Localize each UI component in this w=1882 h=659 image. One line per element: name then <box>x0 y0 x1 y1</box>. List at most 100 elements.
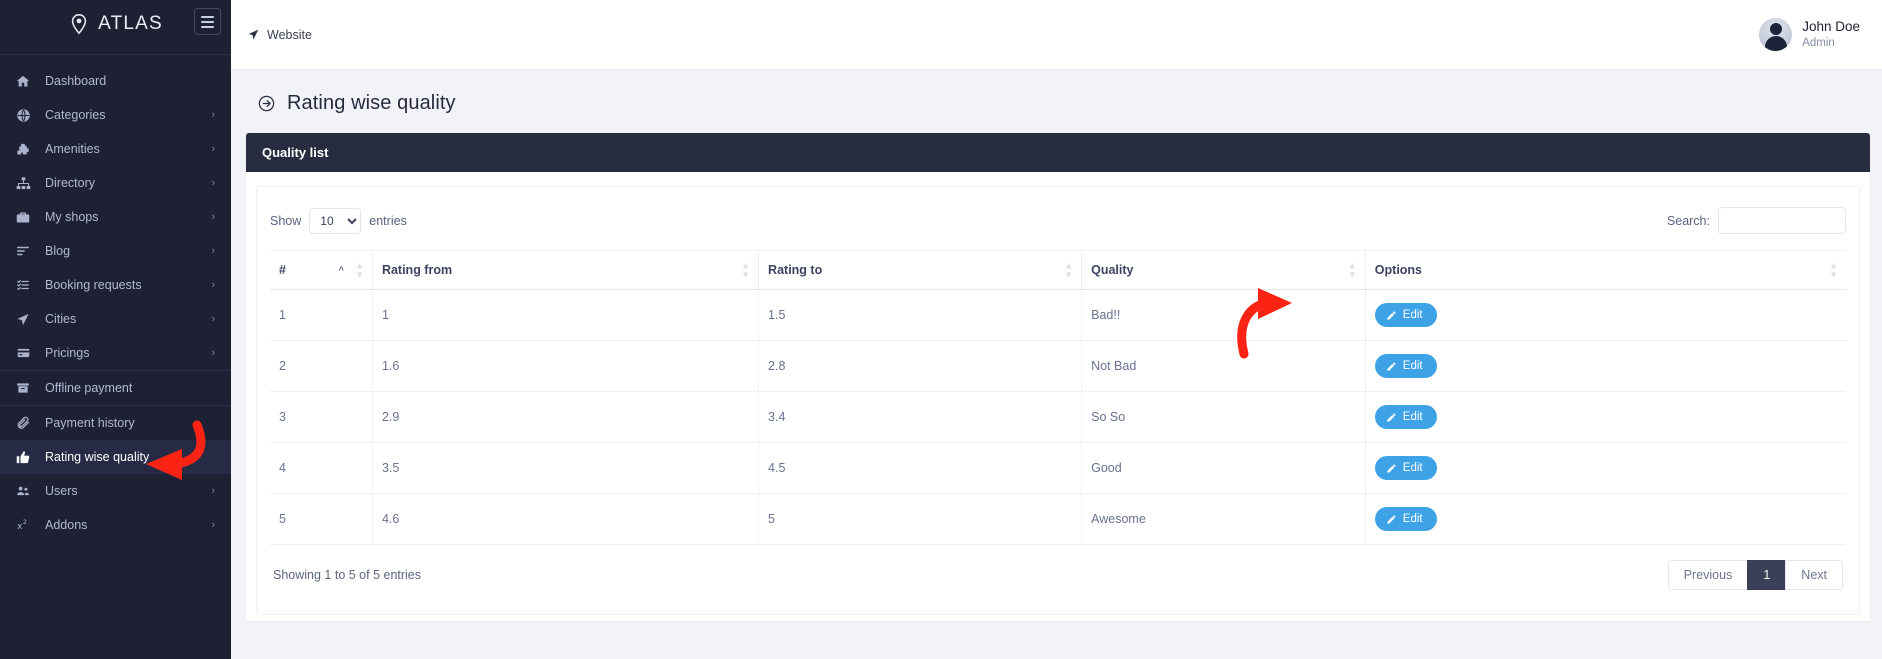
search-input[interactable] <box>1718 207 1846 234</box>
puzzle-icon <box>14 141 32 157</box>
pencil-icon <box>1386 514 1397 525</box>
table-row: 2 1.6 2.8 Not Bad Edit <box>270 340 1846 392</box>
sidebar-item-label: Offline payment <box>45 381 133 395</box>
col-header-rating-from[interactable]: Rating from ▲ ▼ <box>372 250 760 290</box>
col-label: Quality <box>1091 263 1134 277</box>
breadcrumb-label: Website <box>267 27 312 42</box>
sidebar-item-dashboard[interactable]: Dashboard <box>0 64 231 98</box>
chevron-right-icon: › <box>211 142 215 155</box>
sidebar-item-offline-payment[interactable]: Offline payment <box>0 371 231 405</box>
sort-icon: ▲ ▼ <box>1347 260 1357 280</box>
col-header-quality[interactable]: Quality ▲ ▼ <box>1081 250 1366 290</box>
sidebar-item-amenities[interactable]: Amenities › <box>0 132 231 166</box>
edit-button[interactable]: Edit <box>1374 507 1437 531</box>
archive-box-icon <box>14 380 32 396</box>
profile-menu[interactable]: John Doe Admin <box>1759 18 1860 51</box>
sort-icon: ▲ ▼ <box>355 260 364 280</box>
pencil-icon <box>1386 310 1397 321</box>
sidebar: ATLAS Dashboard Categories › Amenities ›… <box>0 0 231 659</box>
sort-icon: ▲ ▼ <box>741 260 751 280</box>
edit-button[interactable]: Edit <box>1374 405 1437 429</box>
datatable-toolbar: Show 102550100 entries Search: <box>270 205 1846 250</box>
chevron-right-icon: › <box>211 312 215 325</box>
cell-quality: Bad!! <box>1081 289 1366 341</box>
sidebar-item-blog[interactable]: Blog › <box>0 234 231 268</box>
cell-options: Edit <box>1365 493 1846 545</box>
chevron-right-icon: › <box>211 176 215 189</box>
cell-quality: So So <box>1081 391 1366 443</box>
cell-quality: Good <box>1081 442 1366 494</box>
svg-text:x: x <box>17 522 22 532</box>
col-label: Rating from <box>381 263 453 277</box>
cell-rating-to: 2.8 <box>758 340 1083 392</box>
chevron-right-icon: › <box>211 108 215 121</box>
page-length-select[interactable]: 102550100 <box>309 207 362 234</box>
col-header-num[interactable]: # ^ ▲ ▼ <box>270 250 373 290</box>
paper-plane-icon <box>247 28 260 41</box>
chevron-right-icon: › <box>211 210 215 223</box>
table-row: 3 2.9 3.4 So So Edit <box>270 391 1846 443</box>
sidebar-item-rating-wise-quality[interactable]: Rating wise quality <box>0 440 231 474</box>
sidebar-item-users[interactable]: Users › <box>0 474 231 508</box>
col-label: # <box>279 263 286 277</box>
edit-button[interactable]: Edit <box>1374 354 1437 378</box>
avatar <box>1759 18 1793 51</box>
main-content: Website John Doe Admin Rating wise quali… <box>231 0 1882 659</box>
edit-button[interactable]: Edit <box>1374 456 1437 480</box>
pencil-icon <box>1386 361 1397 372</box>
pagination-previous[interactable]: Previous <box>1667 560 1748 590</box>
table-row: 1 1 1.5 Bad!! Edit <box>270 289 1846 341</box>
cell-quality: Not Bad <box>1081 340 1366 392</box>
sidebar-item-label: Directory <box>45 176 96 190</box>
cell-rating-to: 1.5 <box>758 289 1083 341</box>
sidebar-item-pricings[interactable]: Pricings › <box>0 336 231 370</box>
globe-icon <box>14 107 32 123</box>
edit-button-label: Edit <box>1402 411 1423 423</box>
pagination: Previous 1 Next <box>1667 560 1843 590</box>
sidebar-item-cities[interactable]: Cities › <box>0 302 231 336</box>
table-body: 1 1 1.5 Bad!! Edit 2 1.6 2.8 Not Bad Edit 3 2.9 3.4 S… <box>270 289 1846 545</box>
sidebar-item-label: Users <box>45 484 78 498</box>
cell-quality: Awesome <box>1081 493 1366 545</box>
pencil-icon <box>1386 412 1397 423</box>
show-label: Show <box>270 213 302 228</box>
sidebar-item-directory[interactable]: Directory › <box>0 166 231 200</box>
hamburger-icon[interactable] <box>194 8 221 35</box>
cell-rating-from: 1 <box>372 289 760 341</box>
sidebar-item-categories[interactable]: Categories › <box>0 98 231 132</box>
arrow-circle-right-icon <box>257 94 276 113</box>
sidebar-item-label: Payment history <box>45 416 135 430</box>
sort-icon: ▲ ▼ <box>1064 260 1074 280</box>
col-label: Rating to <box>768 263 823 277</box>
cell-options: Edit <box>1365 442 1846 494</box>
chevron-right-icon: › <box>211 244 215 257</box>
sidebar-item-booking-requests[interactable]: Booking requests › <box>0 268 231 302</box>
profile-name: John Doe <box>1802 18 1860 34</box>
sidebar-item-my-shops[interactable]: My shops › <box>0 200 231 234</box>
sidebar-item-label: Addons <box>45 518 88 532</box>
search-label: Search: <box>1666 213 1710 228</box>
card-body: Show 102550100 entries Search: <box>246 172 1870 621</box>
cell-rating-to: 4.5 <box>758 442 1083 494</box>
datatable-panel: Show 102550100 entries Search: <box>256 186 1860 615</box>
sidebar-item-addons[interactable]: x2 Addons › <box>0 508 231 542</box>
edit-button[interactable]: Edit <box>1374 303 1437 327</box>
sidebar-header: ATLAS <box>0 2 231 64</box>
app-root: ATLAS Dashboard Categories › Amenities ›… <box>0 0 1882 659</box>
pagination-next[interactable]: Next <box>1785 560 1843 590</box>
edit-button-label: Edit <box>1402 360 1423 372</box>
credit-card-icon <box>14 345 32 361</box>
cell-num: 3 <box>270 391 373 443</box>
home-icon <box>14 73 32 89</box>
pagination-page-1[interactable]: 1 <box>1747 560 1786 590</box>
brand-name: ATLAS <box>98 13 163 34</box>
col-header-rating-to[interactable]: Rating to ▲ ▼ <box>758 250 1083 290</box>
thumbs-up-icon <box>14 449 32 465</box>
breadcrumb[interactable]: Website <box>247 28 312 42</box>
cell-rating-from: 4.6 <box>372 493 760 545</box>
sidebar-item-payment-history[interactable]: Payment history <box>0 406 231 440</box>
sort-active-asc-icon: ^ <box>338 265 344 275</box>
search-control: Search: <box>1667 207 1846 234</box>
chevron-right-icon: › <box>211 278 215 291</box>
col-header-options[interactable]: Options ▲ ▼ <box>1365 250 1846 290</box>
